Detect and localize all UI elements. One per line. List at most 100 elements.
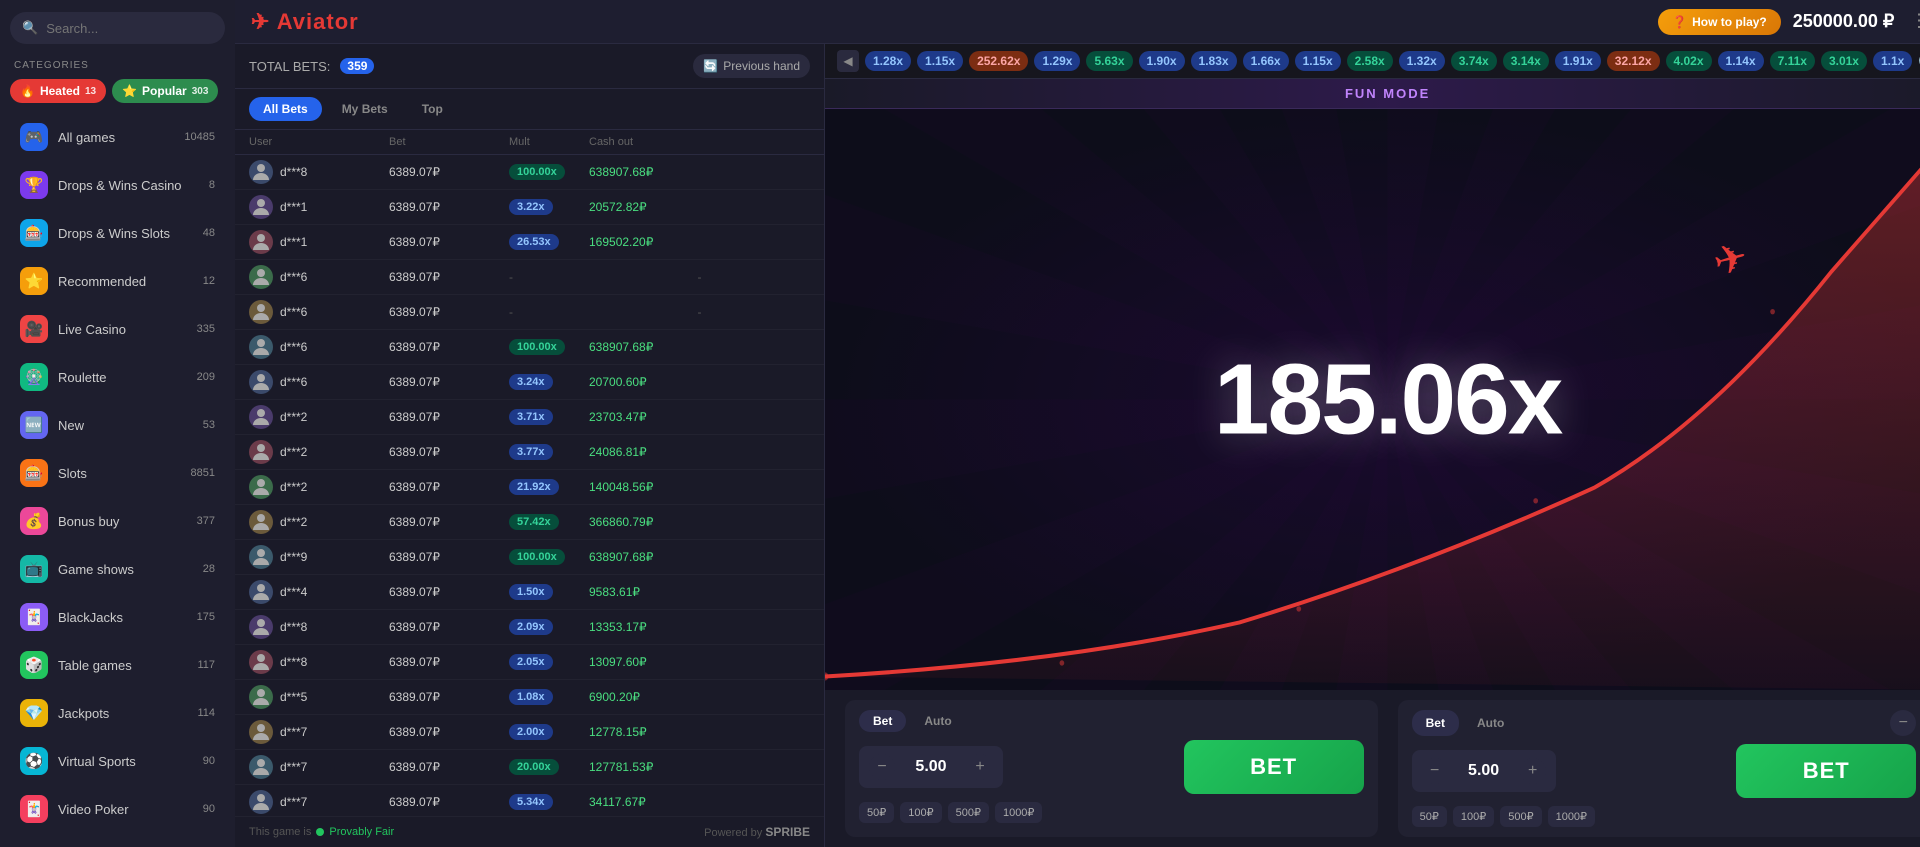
quick-50-right[interactable]: 50₽ (1412, 806, 1447, 827)
mult-value: 1.08x (509, 689, 589, 705)
sidebar-item-bonus-buy[interactable]: 💰 Bonus buy 377 (6, 498, 229, 544)
username: d***7 (280, 795, 307, 809)
sidebar-item-video-poker[interactable]: 🃏 Video Poker 90 (6, 786, 229, 832)
sidebar-item-all-games[interactable]: 🎮 All games 10485 (6, 114, 229, 160)
sidebar-count-game-shows: 28 (203, 563, 215, 575)
sidebar-item-roulette[interactable]: 🎡 Roulette 209 (6, 354, 229, 400)
bet-decrease-left[interactable]: − (869, 754, 895, 780)
multiplier-history-badge[interactable]: 1.91x (1555, 51, 1601, 71)
table-row: d***6 6389.07₽ - - (235, 295, 824, 330)
new-icon: 🆕 (20, 411, 48, 439)
username: d***2 (280, 515, 307, 529)
quick-50-left[interactable]: 50₽ (859, 802, 894, 823)
quick-500-right[interactable]: 500₽ (1500, 806, 1541, 827)
multiplier-history-badge[interactable]: 1.29x (1034, 51, 1080, 71)
multiplier-history-badge[interactable]: 1.28x (865, 51, 911, 71)
sidebar-item-live-casino[interactable]: 🎥 Live Casino 335 (6, 306, 229, 352)
quick-100-left[interactable]: 100₽ (900, 802, 941, 823)
popular-button[interactable]: ⭐ Popular 303 (112, 79, 218, 103)
quick-1000-left[interactable]: 1000₽ (995, 802, 1042, 823)
avatar (249, 685, 273, 709)
multiplier-history-badge[interactable]: 1.83x (1191, 51, 1237, 71)
bet-amount: 6389.07₽ (389, 655, 509, 669)
avatar (249, 370, 273, 394)
multiplier-history-badge[interactable]: 7.11x (1770, 51, 1815, 71)
quick-500-left[interactable]: 500₽ (948, 802, 989, 823)
bet-amount: 6389.07₽ (389, 690, 509, 704)
mult-value: - (509, 270, 589, 284)
multiplier-history-badge[interactable]: 3.74x (1451, 51, 1497, 71)
bet-amount: 6389.07₽ (389, 165, 509, 179)
multiplier-history-badge[interactable]: 1.90x (1139, 51, 1185, 71)
bet-amount: 6389.07₽ (389, 410, 509, 424)
user-cell: d***6 (249, 300, 389, 324)
tab-all-bets[interactable]: All Bets (249, 97, 322, 121)
bet-increase-right[interactable]: + (1520, 758, 1546, 784)
mult-value: 3.24x (509, 374, 589, 390)
sidebar-item-table-games[interactable]: 🎲 Table games 117 (6, 642, 229, 688)
sidebar-item-game-shows[interactable]: 📺 Game shows 28 (6, 546, 229, 592)
avatar (249, 335, 273, 359)
multiplier-history-badge[interactable]: 3.01x (1821, 51, 1867, 71)
how-to-play-button[interactable]: ❓ How to play? (1658, 9, 1781, 35)
bet-button-right[interactable]: BET (1736, 744, 1916, 798)
sidebar-count-blackjacks: 175 (197, 611, 215, 623)
quick-1000-right[interactable]: 1000₽ (1548, 806, 1595, 827)
history-collapse-button[interactable]: ◀ (837, 50, 859, 72)
sidebar-item-recommended[interactable]: ⭐ Recommended 12 (6, 258, 229, 304)
panel-left-tab-auto[interactable]: Auto (910, 710, 965, 732)
multiplier-history-badge[interactable]: 1.32x (1399, 51, 1445, 71)
panel-right-tab-bet[interactable]: Bet (1412, 710, 1459, 736)
sidebar-item-virtual-sports[interactable]: ⚽ Virtual Sports 90 (6, 738, 229, 784)
sidebar-label-recommended: Recommended (58, 274, 193, 289)
bet-button-left[interactable]: BET (1184, 740, 1364, 794)
multiplier-history-badge[interactable]: 5.63x (1086, 51, 1132, 71)
table-row: d***8 6389.07₽ 2.05x 13097.60₽ (235, 645, 824, 680)
multiplier-history-badge[interactable]: 1.15x (1295, 51, 1341, 71)
bet-increase-left[interactable]: + (967, 754, 993, 780)
bets-tabs: All Bets My Bets Top (235, 89, 824, 130)
multiplier-history-badge[interactable]: 32.12x (1607, 51, 1660, 71)
sidebar-item-drops-slots[interactable]: 🎰 Drops & Wins Slots 48 (6, 210, 229, 256)
sidebar-item-slots[interactable]: 🎰 Slots 8851 (6, 450, 229, 496)
heated-button[interactable]: 🔥 Heated 13 (10, 79, 106, 103)
username: d***7 (280, 760, 307, 774)
bet-amount: 6389.07₽ (389, 270, 509, 284)
user-cell: d***6 (249, 370, 389, 394)
sidebar-count-roulette: 209 (197, 371, 215, 383)
tab-my-bets[interactable]: My Bets (328, 97, 402, 121)
multiplier-history-badge[interactable]: 2.58x (1347, 51, 1393, 71)
bet-decrease-right[interactable]: − (1422, 758, 1448, 784)
multiplier-history-badge[interactable]: 4.02x (1666, 51, 1712, 71)
drops-casino-icon: 🏆 (20, 171, 48, 199)
multiplier-history-badge[interactable]: 1.1x (1873, 51, 1912, 71)
user-cell: d***1 (249, 195, 389, 219)
cashout-value: - (589, 305, 810, 319)
sidebar-item-blackjacks[interactable]: 🃏 BlackJacks 175 (6, 594, 229, 640)
quick-100-right[interactable]: 100₽ (1453, 806, 1494, 827)
username: d***7 (280, 725, 307, 739)
panel-right-tab-auto[interactable]: Auto (1463, 710, 1518, 736)
bet-amount-input-left[interactable] (901, 758, 961, 776)
sidebar-item-new[interactable]: 🆕 New 53 (6, 402, 229, 448)
search-input[interactable] (46, 21, 213, 36)
panel-left-tab-bet[interactable]: Bet (859, 710, 906, 732)
bet-amount-input-right[interactable] (1454, 762, 1514, 780)
multiplier-history-badge[interactable]: 1.14x (1718, 51, 1764, 71)
multiplier-history-badge[interactable]: 1.66x (1243, 51, 1289, 71)
sidebar-count-drops-slots: 48 (203, 227, 215, 239)
sidebar-item-jackpots[interactable]: 💎 Jackpots 114 (6, 690, 229, 736)
sidebar-label-roulette: Roulette (58, 370, 187, 385)
search-box[interactable]: 🔍 (10, 12, 225, 44)
menu-icon[interactable]: ☰ (1916, 9, 1920, 34)
pf-label[interactable]: Provably Fair (329, 826, 394, 838)
multiplier-history-badge[interactable]: 3.14x (1503, 51, 1549, 71)
multiplier-history-badge[interactable]: 1.15x (917, 51, 963, 71)
multiplier-history-badge[interactable]: 252.62x (969, 51, 1028, 71)
col-cashout: Cash out (589, 136, 810, 148)
bet-amount: 6389.07₽ (389, 515, 509, 529)
sidebar-item-drops-casino[interactable]: 🏆 Drops & Wins Casino 8 (6, 162, 229, 208)
prev-hand-button[interactable]: 🔄 Previous hand (693, 54, 810, 78)
panel-right-collapse[interactable]: − (1890, 710, 1916, 736)
tab-top[interactable]: Top (408, 97, 457, 121)
